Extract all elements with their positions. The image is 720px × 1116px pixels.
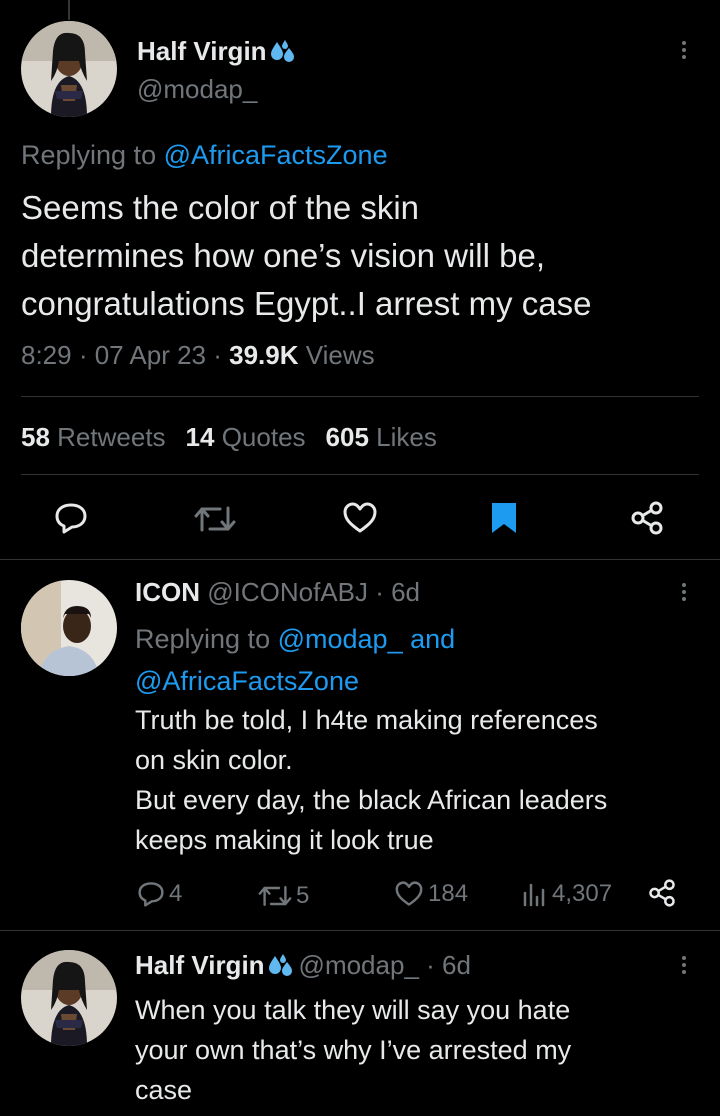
replying-to: Replying to @AfricaFactsZone [21,140,388,171]
avatar-image [21,21,117,117]
tweet-text-line: But every day, the black African leaders [135,785,608,815]
retweet-icon [194,506,236,532]
tweet-text-line: Seems the color of the skin [21,189,420,226]
retweet-icon [258,886,292,906]
share-icon [631,501,663,535]
share-button[interactable] [648,879,676,907]
retweets-stat[interactable]: 58 Retweets [21,422,166,453]
replying-to-link[interactable]: @AfricaFactsZone [135,666,359,696]
replying-prefix: Replying to [135,624,271,654]
retweets-label: Retweets [57,422,166,452]
sweat-droplets-icon [270,39,294,62]
thread-connector [68,0,70,20]
tweet-text-line: determines how one’s vision will be, [21,237,545,274]
replying-to-link[interactable]: @AfricaFactsZone [164,140,388,170]
views-count: 39.9K [229,340,299,370]
reply-count: 4 [169,880,183,907]
divider [21,396,699,397]
more-options-icon[interactable] [682,38,686,62]
quotes-stat[interactable]: 14 Quotes [186,422,306,453]
share-icon [649,879,675,907]
quotes-count: 14 [185,422,215,452]
timestamp[interactable]: 8:29 · 07 Apr 23 · [21,340,222,370]
bookmark-button[interactable] [490,501,518,535]
tweet-text-line: When you talk they will say you hate [135,995,571,1025]
display-name[interactable]: ICON [135,577,200,607]
display-name[interactable]: Half Virgin [137,36,297,67]
replying-prefix: Replying to [21,140,157,170]
reply-icon [55,503,87,534]
avatar-half-virgin[interactable] [21,21,117,117]
divider [0,930,720,931]
quotes-label: Quotes [221,422,306,452]
more-options-icon[interactable] [682,580,686,604]
handle[interactable]: @modap_ [137,74,257,105]
handle-time[interactable]: @ICONofABJ · 6d [207,577,420,607]
bookmark-icon [492,503,516,533]
tweet-text-line: congratulations Egypt..I arrest my case [21,285,592,322]
more-options-icon[interactable] [682,953,686,977]
reply-button[interactable] [54,502,88,534]
reply-1-header: ICON @ICONofABJ · 6d [135,577,420,608]
replying-to-link[interactable]: @modap_ [278,624,403,654]
retweets-count: 58 [21,422,50,452]
reply-button[interactable]: 4 [137,880,182,908]
views-count: 4,307 [552,880,613,907]
tweet-text-line: keeps making it look true [135,825,434,855]
tweet-text-line: on skin color. [135,745,293,775]
views-label: Views [305,340,375,370]
divider [21,474,699,475]
likes-count: 605 [325,422,369,452]
replying-and: and [410,624,456,654]
views-chart-icon [523,883,545,907]
display-name-text: Half Virgin [137,36,267,66]
avatar-icon-user[interactable] [21,580,117,676]
avatar-image [21,950,117,1046]
tweet-text-line: your own that’s why I’ve arrested my [135,1035,572,1065]
retweet-button[interactable] [194,504,236,534]
share-button[interactable] [630,501,664,535]
reply-icon [138,882,164,907]
tweet-text-line: case [135,1075,193,1105]
display-name[interactable]: Half Virgin [135,950,265,981]
like-count: 184 [428,880,469,907]
views-button[interactable]: 4,307 [522,880,612,908]
divider [0,559,720,560]
likes-stat[interactable]: 605 Likes [326,422,437,453]
reply-2-text: When you talk they will say you hate you… [135,990,571,1110]
replying-to: Replying to @modap_ and @AfricaFactsZone [135,618,455,702]
reply-2-header: Half Virgin @modap_ · 6d [135,950,471,981]
reply-1-text: Truth be told, I h4te making references … [135,700,607,860]
like-icon [343,502,377,533]
engagement-stats: 58 Retweets 14 Quotes 605 Likes [21,422,437,453]
like-button[interactable]: 184 [394,880,468,908]
like-button[interactable] [342,502,378,534]
tweet-text-line: Truth be told, I h4te making references [135,705,598,735]
retweet-count: 5 [296,882,310,909]
tweet-text: Seems the color of the skin determines h… [21,184,591,328]
likes-label: Likes [376,422,437,452]
like-icon [395,881,423,906]
avatar-image [21,580,117,676]
handle-time[interactable]: @modap_ · 6d [299,950,471,981]
sweat-droplets-icon [268,953,292,976]
retweet-button[interactable]: 5 [258,882,309,910]
tweet-meta: 8:29 · 07 Apr 23 · 39.9K Views [21,340,375,371]
avatar-half-virgin[interactable] [21,950,117,1046]
